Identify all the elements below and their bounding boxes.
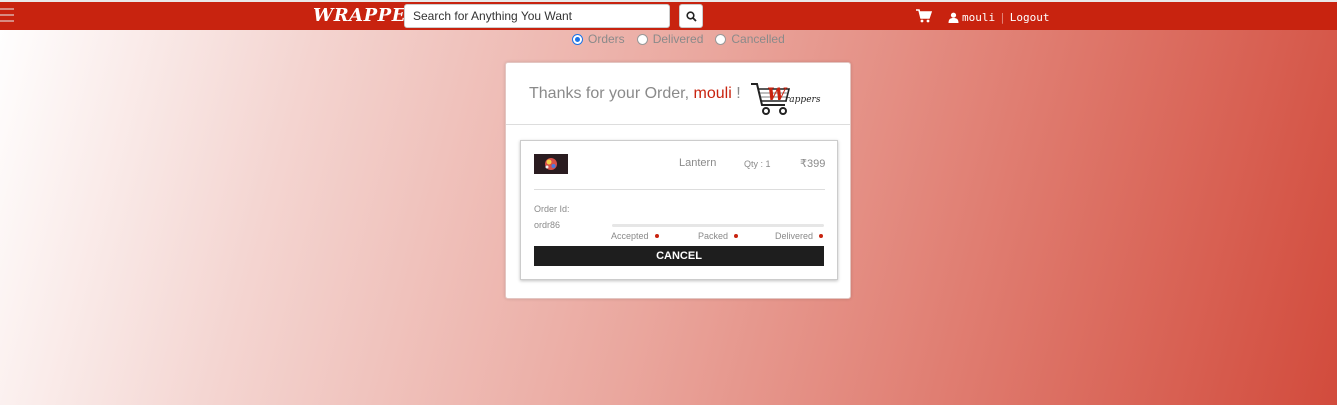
cart-logo-text: rappers xyxy=(785,95,821,105)
username-link[interactable]: mouli xyxy=(962,11,995,24)
thanks-text: Thanks for your Order, xyxy=(529,85,690,102)
top-navbar: WRAPPERS mouli | Logout xyxy=(0,0,1337,30)
logout-link[interactable]: Logout xyxy=(1010,11,1050,24)
filter-delivered[interactable]: Delivered xyxy=(636,32,704,46)
stage-accepted: Accepted xyxy=(611,231,659,241)
card-header: Thanks for your Order, mouli ! W rappers xyxy=(506,63,850,125)
filter-cancelled[interactable]: Cancelled xyxy=(715,32,785,46)
divider xyxy=(534,189,825,190)
stage-packed-dot xyxy=(734,234,739,238)
filter-orders[interactable]: Orders xyxy=(572,32,625,46)
radio-cancelled[interactable] xyxy=(715,33,727,45)
order-stages: Accepted Packed Delivered xyxy=(611,231,826,243)
product-thumbnail[interactable] xyxy=(534,154,568,174)
product-price: ₹399 xyxy=(800,158,826,170)
filter-cancelled-label: Cancelled xyxy=(731,32,785,46)
cancel-order-button[interactable]: CANCEL xyxy=(534,246,824,266)
order-filter: Orders Delivered Cancelled xyxy=(572,32,797,46)
filter-orders-label: Orders xyxy=(588,32,625,46)
thanks-username: mouli xyxy=(693,85,732,102)
user-area: mouli | Logout xyxy=(948,11,1050,24)
order-item-card: Lantern Qty : 1 ₹399 Order Id: ordr86 Ac… xyxy=(520,140,838,280)
search-button[interactable] xyxy=(679,4,703,28)
user-icon xyxy=(948,12,959,23)
stage-packed: Packed xyxy=(698,231,739,241)
stage-delivered: Delivered xyxy=(775,231,824,241)
thanks-message: Thanks for your Order, mouli ! xyxy=(529,85,741,103)
stage-accepted-dot xyxy=(654,234,659,238)
search-input[interactable] xyxy=(404,4,670,28)
menu-icon[interactable] xyxy=(0,8,14,24)
radio-delivered[interactable] xyxy=(636,33,648,45)
cart-logo: W rappers xyxy=(749,79,829,117)
thanks-exclamation: ! xyxy=(736,85,741,102)
product-qty: Qty : 1 xyxy=(744,159,771,169)
cart-icon[interactable] xyxy=(916,9,933,23)
order-id-value: ordr86 xyxy=(534,220,561,230)
search-icon xyxy=(685,10,697,22)
product-name[interactable]: Lantern xyxy=(679,157,716,169)
filter-delivered-label: Delivered xyxy=(652,32,704,46)
order-confirmation-card: Thanks for your Order, mouli ! W rappers xyxy=(505,62,851,299)
stage-accepted-label: Accepted xyxy=(611,231,649,241)
stage-packed-label: Packed xyxy=(698,231,729,241)
stage-delivered-label: Delivered xyxy=(775,231,814,241)
separator: | xyxy=(999,11,1006,24)
radio-orders[interactable] xyxy=(572,33,583,45)
stage-delivered-dot xyxy=(819,234,824,238)
order-id-label: Order Id: xyxy=(534,204,570,214)
order-progress-track xyxy=(612,224,824,227)
